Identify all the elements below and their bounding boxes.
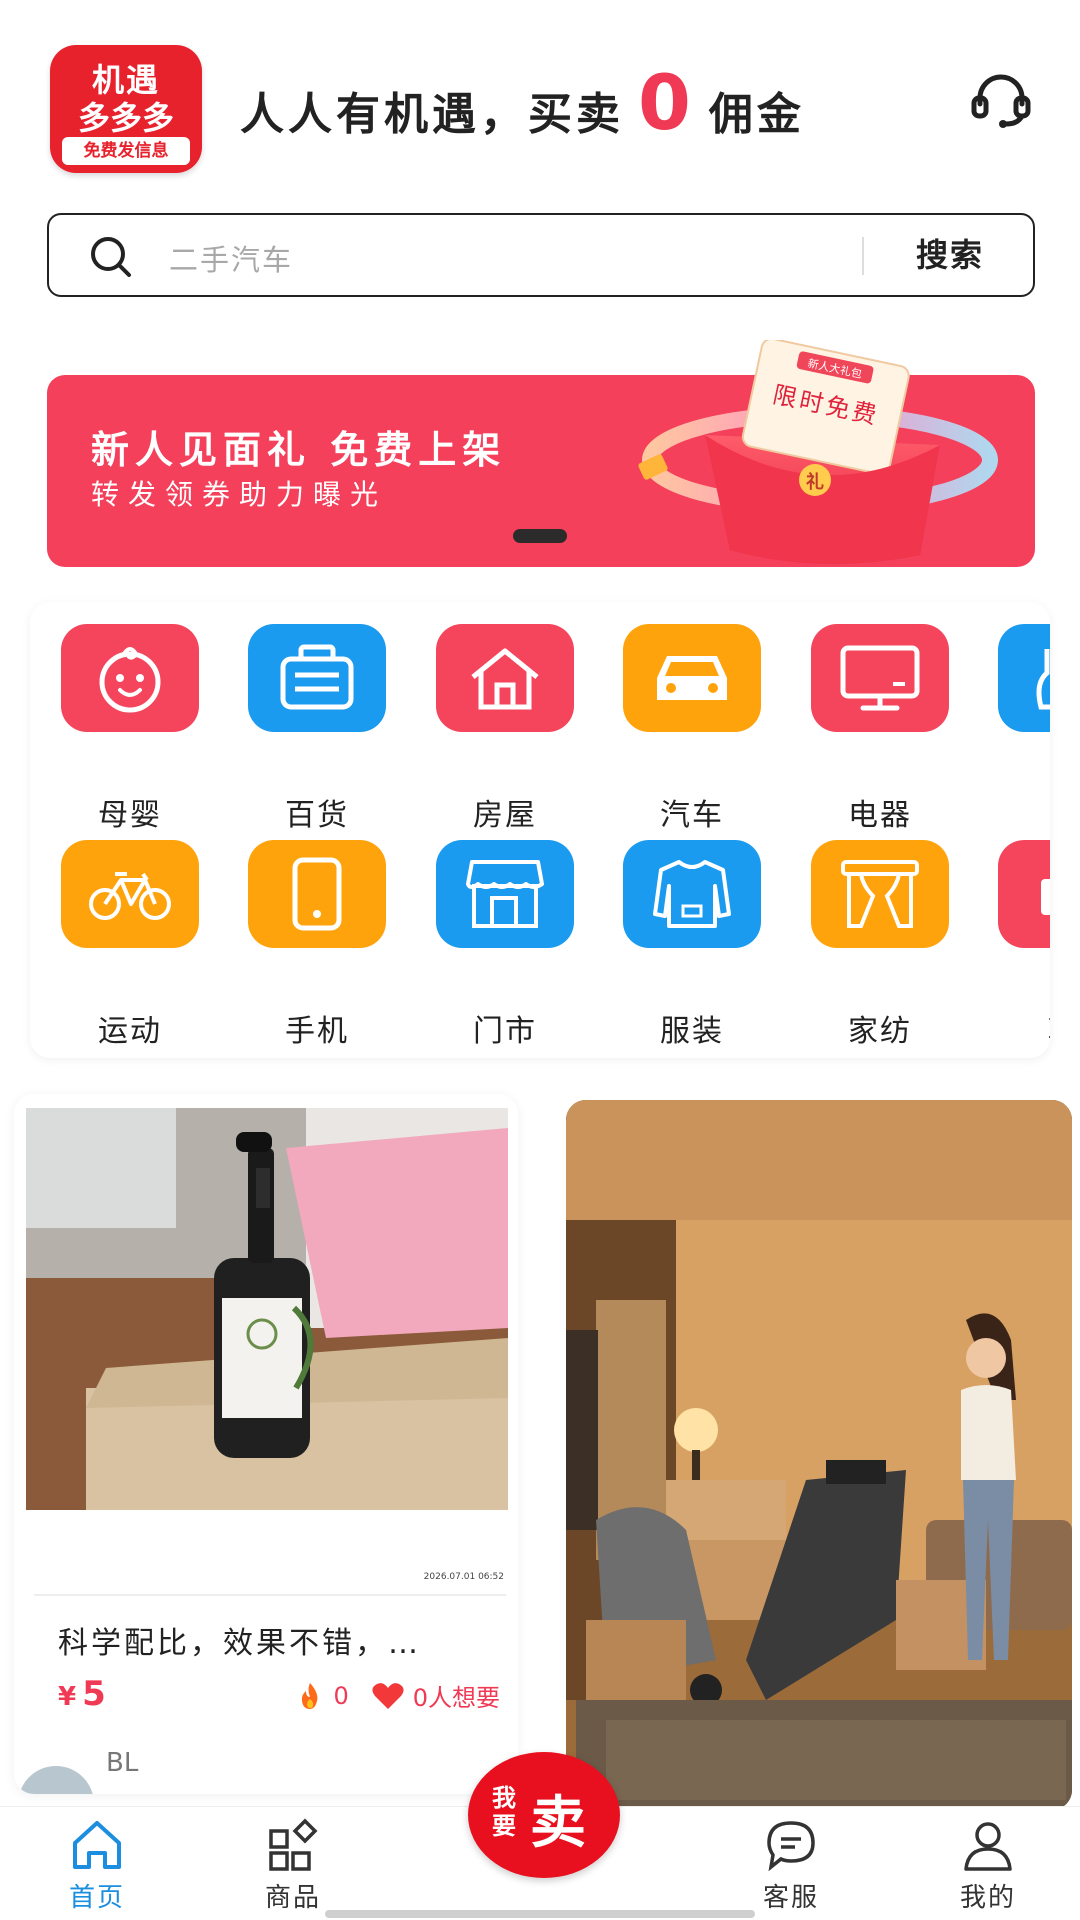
search-icon <box>91 237 131 277</box>
want-count: 0人想要 <box>412 1684 500 1712</box>
hot-count: 0 <box>333 1681 349 1710</box>
product-card[interactable] <box>566 1100 1072 1810</box>
sweater-icon <box>623 840 761 948</box>
avatar[interactable] <box>18 1766 94 1794</box>
grid-icon <box>269 1818 318 1871</box>
sell-button-small-label: 我要 <box>492 1784 516 1840</box>
nav-home[interactable]: 首页 <box>37 1807 157 1917</box>
category-maternity[interactable]: 母婴 <box>61 624 201 833</box>
house-icon <box>436 624 574 732</box>
shoe-icon <box>998 840 1050 948</box>
nav-goods[interactable]: 商品 <box>233 1807 353 1917</box>
nav-mine[interactable]: 我的 <box>928 1807 1048 1917</box>
category-label: 汽车 <box>660 798 724 833</box>
car-icon <box>623 624 761 732</box>
category-label: 房屋 <box>473 798 537 833</box>
red-envelope-icon: 新人大礼包 限时免费 礼 <box>638 340 998 564</box>
category-label: 服装 <box>660 1014 724 1049</box>
category-label: 内 <box>998 790 1050 834</box>
category-label: 门市 <box>473 1014 537 1049</box>
product-photo[interactable] <box>26 1108 508 1510</box>
product-card[interactable]: 2026.07.01 06:52 科学配比，效果不错，… ¥5 0 0人想要 B… <box>14 1094 518 1794</box>
category-sports[interactable]: 运动 <box>61 840 201 1049</box>
curtain-icon <box>811 840 949 948</box>
slogan: 人人有机遇，买卖 0 佣金 <box>240 58 805 147</box>
baby-icon <box>61 624 199 732</box>
price-value: 5 <box>82 1674 106 1714</box>
seller-name[interactable]: BL <box>106 1748 138 1778</box>
home-icon <box>73 1821 121 1869</box>
category-housing[interactable]: 房屋 <box>436 624 576 833</box>
product-photo[interactable] <box>566 1100 1072 1810</box>
category-shoes[interactable]: 鞋 <box>998 840 1050 1049</box>
slogan-prefix: 人人有机遇，买卖 <box>240 89 624 140</box>
category-label: 电器 <box>848 798 912 833</box>
category-cars[interactable]: 汽车 <box>623 624 763 833</box>
app-logo: 机遇 多多多 免费发信息 <box>50 45 202 173</box>
banner-title: 新人见面礼 免费上架 <box>91 428 507 472</box>
underwear-icon <box>998 624 1050 732</box>
product-stats: 0 0人想要 <box>295 1678 500 1713</box>
slogan-suffix: 佣金 <box>708 89 805 140</box>
sell-button[interactable]: 我要 卖 <box>468 1752 620 1878</box>
category-label: 百货 <box>285 798 349 833</box>
storefront-icon <box>436 840 574 948</box>
category-label: 母婴 <box>98 798 162 833</box>
category-home-textiles[interactable]: 家纺 <box>811 840 951 1049</box>
category-general-goods[interactable]: 百货 <box>248 624 388 833</box>
banner-subtitle: 转发领券助力曝光 <box>91 478 388 511</box>
currency-symbol: ¥ <box>58 1682 77 1712</box>
logo-tag: 免费发信息 <box>62 137 190 165</box>
product-title[interactable]: 科学配比，效果不错，… <box>58 1618 498 1662</box>
home-indicator[interactable] <box>325 1910 755 1918</box>
product-price: ¥5 <box>58 1674 106 1714</box>
nav-label: 客服 <box>762 1883 819 1913</box>
category-storefront[interactable]: 门市 <box>436 840 576 1049</box>
nav-label: 商品 <box>264 1883 321 1913</box>
basket-icon <box>248 624 386 732</box>
search-bar[interactable]: 二手汽车 搜索 <box>47 213 1035 297</box>
nav-label: 首页 <box>68 1883 125 1913</box>
heart-icon <box>372 1682 404 1709</box>
category-label: 家纺 <box>848 1014 912 1049</box>
category-underwear[interactable]: 内 <box>998 624 1050 833</box>
phone-icon <box>248 840 386 948</box>
sell-button-big-label: 卖 <box>530 1791 586 1856</box>
monitor-icon <box>811 624 949 732</box>
nav-label: 我的 <box>959 1883 1016 1913</box>
logo-line2: 多多多 <box>77 99 174 137</box>
nav-service[interactable]: 客服 <box>731 1807 851 1917</box>
slogan-zero: 0 <box>638 58 695 147</box>
category-label: 运动 <box>98 1014 162 1049</box>
category-phones[interactable]: 手机 <box>248 840 388 1049</box>
chat-icon <box>767 1821 815 1872</box>
fire-icon <box>302 1682 318 1709</box>
divider <box>34 1594 506 1596</box>
search-divider <box>862 237 864 275</box>
category-clothing[interactable]: 服装 <box>623 840 763 1049</box>
header: 机遇 多多多 免费发信息 人人有机遇，买卖 0 佣金 <box>0 0 1080 200</box>
gift-badge: 礼 <box>806 471 824 493</box>
post-date: 2026.07.01 06:52 <box>423 1572 504 1582</box>
headset-icon[interactable] <box>970 70 1032 130</box>
category-grid: 母婴 百货 房屋 汽车 电器 内 运动 <box>30 602 1050 1058</box>
bicycle-icon <box>61 840 199 948</box>
search-input[interactable]: 二手汽车 <box>169 237 293 279</box>
category-appliances[interactable]: 电器 <box>811 624 951 833</box>
category-label: 鞋 <box>998 1006 1050 1050</box>
category-label: 手机 <box>285 1014 349 1049</box>
banner-page-indicator <box>513 529 567 543</box>
user-icon <box>964 1822 1012 1871</box>
search-button[interactable]: 搜索 <box>865 215 1035 295</box>
